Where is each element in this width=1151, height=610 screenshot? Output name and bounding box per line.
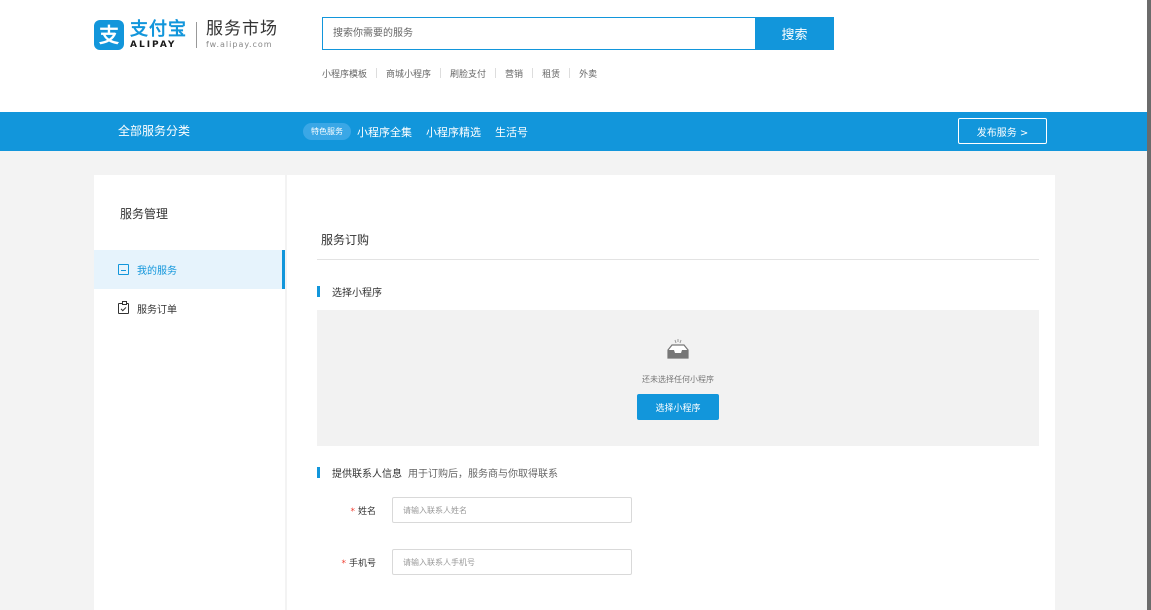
hot-link-rental[interactable]: 租赁 bbox=[542, 67, 560, 80]
contact-phone-row: * 手机号 bbox=[317, 549, 632, 575]
select-miniapp-button[interactable]: 选择小程序 bbox=[637, 394, 719, 420]
nav-items: 特色服务 小程序全集 小程序精选 生活号 bbox=[303, 112, 542, 151]
service-management-sidebar: 服务管理 我的服务 服务订单 bbox=[94, 175, 285, 610]
search-button[interactable]: 搜索 bbox=[755, 17, 834, 50]
sidebar-item-label: 服务订单 bbox=[137, 305, 177, 316]
section-title: 选择小程序 bbox=[332, 288, 382, 299]
contact-name-label: * 姓名 bbox=[317, 504, 392, 517]
hot-link-divider bbox=[569, 68, 571, 78]
all-categories-menu[interactable]: 全部服务分类 bbox=[118, 112, 190, 151]
site-name: 服务市场 fw.alipay.com bbox=[206, 21, 278, 49]
hot-link-divider bbox=[376, 68, 378, 78]
contact-phone-input[interactable] bbox=[392, 549, 632, 575]
miniapp-empty-state: 还未选择任何小程序 选择小程序 bbox=[317, 310, 1039, 446]
field-label: 姓名 bbox=[357, 506, 376, 517]
brand-name-cn: 支付宝 bbox=[130, 18, 187, 40]
sidebar-item-my-services[interactable]: 我的服务 bbox=[94, 250, 285, 289]
featured-services-pill[interactable]: 特色服务 bbox=[303, 123, 351, 140]
document-icon bbox=[118, 264, 129, 275]
contact-name-row: * 姓名 bbox=[317, 497, 632, 523]
sidebar-title: 服务管理 bbox=[120, 207, 169, 221]
sidebar-item-label: 我的服务 bbox=[137, 266, 177, 277]
section-select-miniapp-header: 选择小程序 bbox=[317, 284, 382, 299]
section-marker bbox=[317, 286, 320, 297]
brand-name-en: ALIPAY bbox=[130, 39, 177, 50]
section-marker bbox=[317, 467, 320, 478]
hot-link-divider bbox=[440, 68, 442, 78]
logo-divider bbox=[196, 22, 197, 48]
alipay-brand: 支付宝 ALIPAY bbox=[130, 18, 187, 50]
nav-item-lifestyle-account[interactable]: 生活号 bbox=[495, 124, 528, 140]
service-order-panel: 服务订购 选择小程序 还未选择任何小程序 选择小程序 提供联系人信息 用于订购后… bbox=[287, 175, 1055, 610]
section-title: 提供联系人信息 bbox=[332, 469, 402, 480]
alipay-logo-icon: 支 bbox=[94, 20, 124, 50]
alipay-service-market-logo[interactable]: 支 支付宝 ALIPAY 服务市场 fw.alipay.com bbox=[94, 18, 278, 52]
hot-link-takeout[interactable]: 外卖 bbox=[579, 67, 597, 80]
hot-search-links: 小程序模板 商城小程序 刷脸支付 营销 租赁 外卖 bbox=[322, 66, 597, 80]
required-mark: * bbox=[341, 558, 346, 569]
site-header: 支 支付宝 ALIPAY 服务市场 fw.alipay.com 搜索 小程序模板… bbox=[0, 0, 1151, 112]
active-indicator bbox=[282, 250, 285, 289]
field-label: 手机号 bbox=[348, 558, 376, 569]
category-nav-bar: 全部服务分类 特色服务 小程序全集 小程序精选 生活号 发布服务 > bbox=[0, 112, 1151, 151]
title-divider bbox=[317, 259, 1039, 260]
sidebar-item-service-orders[interactable]: 服务订单 bbox=[94, 289, 285, 328]
contact-name-input[interactable] bbox=[392, 497, 632, 523]
section-hint: 用于订购后，服务商与你取得联系 bbox=[408, 469, 558, 480]
hot-link-marketing[interactable]: 营销 bbox=[505, 67, 523, 80]
required-mark: * bbox=[350, 506, 355, 517]
publish-service-button[interactable]: 发布服务 > bbox=[958, 118, 1047, 144]
clipboard-check-icon bbox=[118, 301, 129, 314]
empty-state-caption: 还未选择任何小程序 bbox=[642, 375, 714, 384]
contact-phone-label: * 手机号 bbox=[317, 556, 392, 569]
nav-item-miniapp-all[interactable]: 小程序全集 bbox=[357, 124, 412, 140]
page-title: 服务订购 bbox=[321, 233, 370, 247]
search-bar: 搜索 bbox=[322, 17, 834, 50]
hot-link-face-pay[interactable]: 刷脸支付 bbox=[450, 67, 486, 80]
search-input[interactable] bbox=[322, 17, 755, 50]
site-name-cn: 服务市场 bbox=[206, 19, 278, 39]
nav-item-miniapp-picks[interactable]: 小程序精选 bbox=[426, 124, 481, 140]
empty-inbox-icon bbox=[667, 339, 689, 359]
site-url: fw.alipay.com bbox=[206, 40, 273, 49]
section-contact-header: 提供联系人信息 用于订购后，服务商与你取得联系 bbox=[317, 465, 558, 480]
hot-link-miniapp-template[interactable]: 小程序模板 bbox=[322, 67, 367, 80]
window-edge bbox=[1147, 0, 1151, 610]
hot-link-mall-miniapp[interactable]: 商城小程序 bbox=[386, 67, 431, 80]
hot-link-divider bbox=[532, 68, 534, 78]
hot-link-divider bbox=[495, 68, 497, 78]
